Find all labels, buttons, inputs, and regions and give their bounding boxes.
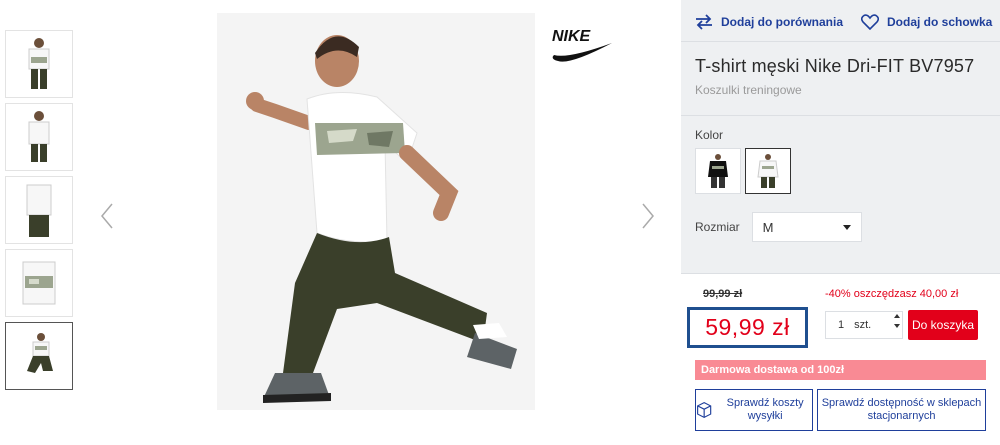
quantity-spin xyxy=(894,314,900,328)
shirt-front-thumb-image xyxy=(28,38,50,89)
thumbnail-side[interactable] xyxy=(5,176,73,244)
increment-icon[interactable] xyxy=(894,314,900,318)
thumbnail-back[interactable] xyxy=(5,103,73,171)
size-label: Rozmiar xyxy=(695,220,740,234)
shipping-cost-button[interactable]: Sprawdź koszty wysyłki xyxy=(695,389,813,431)
color-swatch-black[interactable] xyxy=(695,148,741,194)
gallery-next-button[interactable] xyxy=(636,200,660,232)
color-swatches xyxy=(681,142,1000,194)
package-icon xyxy=(697,402,712,418)
current-price: 59,99 zł xyxy=(705,314,790,340)
thumbnail-front[interactable] xyxy=(5,30,73,98)
compare-button[interactable]: Dodaj do porównania xyxy=(695,12,843,32)
caret-down-icon xyxy=(842,224,851,230)
info-buttons: Sprawdź koszty wysyłki Sprawdź dostępnoś… xyxy=(695,389,986,431)
white-camo-shirt-image xyxy=(757,154,779,188)
decrement-icon[interactable] xyxy=(894,324,900,328)
gallery-prev-button[interactable] xyxy=(95,200,119,232)
shirt-back-thumb-image xyxy=(28,111,50,162)
quantity-unit: szt. xyxy=(854,319,872,331)
thumbnail-lunge[interactable] xyxy=(5,322,73,390)
svg-text:NIKE: NIKE xyxy=(552,28,592,45)
add-to-cart-button[interactable]: Do koszyka xyxy=(908,310,978,340)
product-info-panel: Dodaj do porównania Dodaj do schowka T-s… xyxy=(681,0,1000,445)
price-highlight: 59,99 zł xyxy=(687,307,808,348)
shirt-detail-thumb-image xyxy=(22,261,56,305)
compare-label: Dodaj do porównania xyxy=(721,15,843,29)
size-selected-value: M xyxy=(762,219,774,235)
thumbnail-list xyxy=(5,30,73,395)
color-swatch-white-camo[interactable] xyxy=(745,148,791,194)
chevron-left-icon xyxy=(101,203,113,229)
wishlist-label: Dodaj do schowka xyxy=(887,15,993,29)
heart-icon xyxy=(861,14,879,30)
free-shipping-banner: Darmowa dostawa od 100zł xyxy=(695,360,986,380)
store-availability-label: Sprawdź dostępność w sklepach stacjonarn… xyxy=(821,397,982,422)
shirt-lunge-thumb-image xyxy=(27,333,53,373)
store-availability-button[interactable]: Sprawdź dostępność w sklepach stacjonarn… xyxy=(817,389,986,431)
size-row: Rozmiar M xyxy=(681,194,1000,242)
color-label: Kolor xyxy=(695,128,724,142)
chevron-right-icon xyxy=(642,203,654,229)
main-product-image xyxy=(217,13,535,410)
size-select[interactable]: M xyxy=(751,212,862,242)
product-category: Koszulki treningowe xyxy=(695,83,802,97)
quantity-value: 1 xyxy=(838,319,845,331)
old-price: 99,99 zł xyxy=(703,288,743,300)
price-box: 99,99 zł -40% oszczędzasz 40,00 zł 59,99… xyxy=(681,273,1000,445)
nike-logo: NIKE xyxy=(552,28,612,62)
quantity-stepper[interactable]: 1 szt. xyxy=(825,311,903,339)
discount-text: -40% oszczędzasz 40,00 zł xyxy=(825,288,959,300)
wishlist-button[interactable]: Dodaj do schowka xyxy=(861,12,992,32)
product-title: T-shirt męski Nike Dri-FIT BV7957 xyxy=(695,56,975,76)
shirt-side-thumb-image xyxy=(26,184,52,237)
black-shirt-image xyxy=(708,154,728,188)
shipping-cost-label: Sprawdź koszty wysyłki xyxy=(726,397,804,422)
compare-arrows-icon xyxy=(696,14,712,30)
product-actions: Dodaj do porównania Dodaj do schowka xyxy=(681,0,1000,42)
thumbnail-detail[interactable] xyxy=(5,249,73,317)
athlete-lunge-image xyxy=(217,13,535,410)
